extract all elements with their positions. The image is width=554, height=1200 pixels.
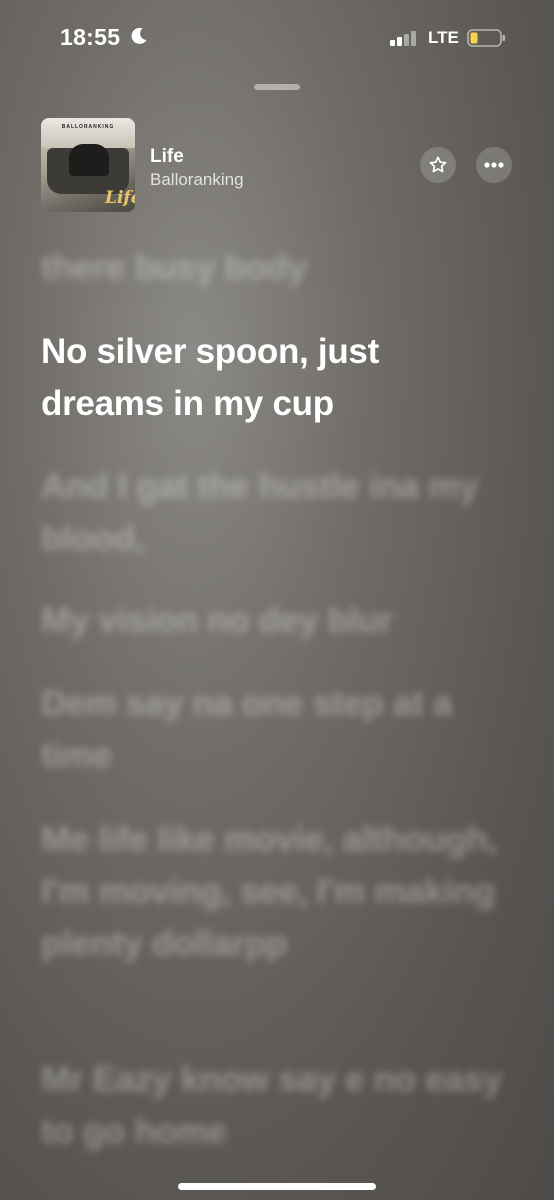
- more-options-button[interactable]: [476, 147, 512, 183]
- star-icon: [429, 156, 447, 173]
- lyric-line[interactable]: Mr Eazy know say e no easy to go home: [41, 1054, 511, 1158]
- album-artwork[interactable]: BALLORANKING Life: [41, 118, 135, 212]
- lyric-line[interactable]: My vision no dey blur: [41, 595, 511, 647]
- lyric-line[interactable]: Me life like movie, although, I'm moving…: [41, 814, 511, 970]
- signal-bars-icon: [390, 30, 420, 46]
- sheet-grabber[interactable]: [254, 84, 300, 90]
- lyric-line[interactable]: there busy body: [41, 242, 511, 294]
- artwork-brand-text: BALLORANKING: [61, 124, 115, 130]
- battery-low-icon: [467, 29, 505, 47]
- artwork-script-text: Life: [105, 188, 135, 208]
- artist-name[interactable]: Balloranking: [150, 170, 244, 190]
- lyric-line[interactable]: Dem say na one step at a time: [41, 678, 511, 782]
- status-bar: 18:55 LTE: [0, 0, 554, 76]
- network-type-label: LTE: [428, 28, 459, 47]
- home-indicator[interactable]: [178, 1183, 376, 1190]
- favorite-button[interactable]: [420, 147, 456, 183]
- ellipsis-icon: [484, 162, 504, 168]
- song-title[interactable]: Life: [150, 146, 184, 168]
- lyric-line[interactable]: And I gat the hustle ina my blood,: [41, 461, 511, 565]
- lyric-line-current[interactable]: No silver spoon, just dreams in my cup: [41, 326, 511, 430]
- moon-icon: [131, 27, 147, 44]
- status-time: 18:55: [60, 24, 121, 50]
